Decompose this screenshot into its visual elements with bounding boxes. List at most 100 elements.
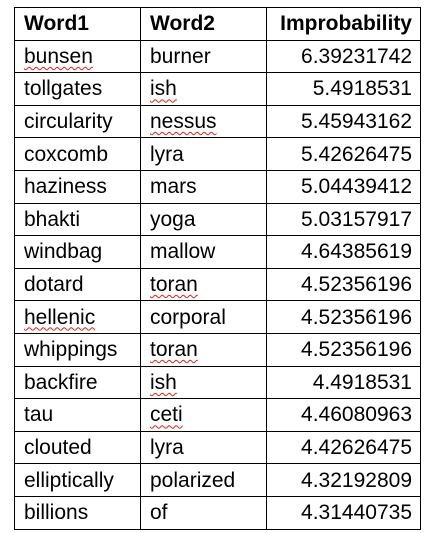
cell-improbability: 4.64385619 [266, 235, 421, 269]
cell-improbability-text: 5.03157917 [301, 207, 412, 231]
cell-word1-text: elliptically [24, 468, 114, 492]
table-row: coxcomb lyra 5.42626475 [14, 137, 421, 171]
cell-word1-text: windbag [24, 240, 103, 264]
table-body: bunsen burner 6.39231742 tollgates ish 5.4918… [14, 39, 421, 530]
cell-word1: bhakti [14, 202, 141, 237]
table-row: billions of 4.31440735 [14, 495, 421, 530]
table-row: haziness mars 5.04439412 [14, 169, 421, 204]
cell-improbability-text: 4.46080963 [301, 403, 412, 427]
cell-word2: toran [140, 332, 267, 367]
cell-word2-text: burner [150, 44, 211, 68]
cell-improbability-text: 4.52356196 [301, 305, 412, 329]
cell-improbability-text: 6.39231742 [301, 44, 412, 68]
cell-word2-text: toran [150, 338, 198, 362]
cell-word1-text: billions [24, 501, 89, 525]
cell-word1-text: dotard [24, 273, 84, 297]
cell-word1-text: backfire [24, 370, 98, 394]
cell-word2-text: ish [150, 370, 177, 394]
cell-improbability-text: 5.4918531 [312, 77, 412, 101]
cell-improbability-text: 4.52356196 [301, 273, 412, 297]
table-row: dotard toran 4.52356196 [14, 267, 421, 302]
cell-word1-text: haziness [24, 175, 107, 199]
cell-word1-text: hellenic [24, 305, 96, 329]
cell-word2: ceti [140, 398, 267, 432]
cell-word1-text: coxcomb [24, 142, 109, 166]
cell-word1: haziness [14, 169, 141, 204]
cell-word1-text: whippings [24, 338, 118, 362]
cell-improbability: 5.45943162 [266, 104, 421, 139]
cell-word2-text: mallow [150, 240, 216, 264]
cell-word2: mallow [140, 235, 267, 269]
cell-improbability-text: 5.04439412 [301, 175, 412, 199]
cell-word1: bunsen [14, 39, 141, 74]
cell-word1-text: circularity [24, 110, 113, 134]
table-row: hellenic corporal 4.52356196 [14, 300, 421, 334]
cell-word2-text: nessus [150, 110, 217, 134]
cell-word2-text: polarized [150, 468, 236, 492]
cell-word2: ish [140, 72, 267, 106]
cell-word2: ish [140, 365, 267, 400]
cell-improbability-text: 4.4918531 [312, 370, 412, 394]
cell-word2: lyra [140, 430, 267, 465]
cell-improbability-text: 5.42626475 [301, 142, 412, 166]
cell-word1: billions [14, 495, 141, 530]
cell-word1: backfire [14, 365, 141, 400]
cell-word1: clouted [14, 430, 141, 465]
cell-word2-text: lyra [150, 142, 184, 166]
cell-improbability: 4.52356196 [266, 332, 421, 367]
cell-word1: elliptically [14, 463, 141, 497]
cell-word2: of [140, 495, 267, 530]
cell-improbability: 4.46080963 [266, 398, 421, 432]
table-row: tau ceti 4.46080963 [14, 398, 421, 432]
table-row: tollgates ish 5.4918531 [14, 72, 421, 106]
cell-word1-text: clouted [24, 436, 92, 460]
cell-improbability-text: 4.64385619 [301, 240, 412, 264]
cell-improbability: 4.32192809 [266, 463, 421, 497]
cell-word2-text: ceti [150, 403, 183, 427]
table-row: whippings toran 4.52356196 [14, 332, 421, 367]
cell-word1: whippings [14, 332, 141, 367]
cell-word2: mars [140, 169, 267, 204]
table-row: bunsen burner 6.39231742 [14, 39, 421, 74]
header-word2: Word2 [140, 7, 267, 41]
cell-improbability: 4.52356196 [266, 300, 421, 334]
cell-word1-text: tau [24, 403, 54, 427]
cell-improbability-text: 4.31440735 [301, 501, 412, 525]
cell-word2-text: ish [150, 77, 177, 101]
cell-improbability: 6.39231742 [266, 39, 421, 74]
cell-word1: circularity [14, 104, 141, 139]
cell-word2: burner [140, 39, 267, 74]
cell-word2: lyra [140, 137, 267, 171]
cell-word2-text: toran [150, 273, 198, 297]
table-row: circularity nessus 5.45943162 [14, 104, 421, 139]
cell-word1-text: tollgates [24, 77, 103, 101]
cell-word2-text: yoga [150, 207, 196, 231]
cell-word2: corporal [140, 300, 267, 334]
cell-word1: coxcomb [14, 137, 141, 171]
cell-improbability: 5.04439412 [266, 169, 421, 204]
cell-improbability: 5.42626475 [266, 137, 421, 171]
cell-word1: dotard [14, 267, 141, 302]
cell-improbability-text: 5.45943162 [301, 110, 412, 134]
cell-word2-text: mars [150, 175, 197, 199]
cell-improbability: 5.03157917 [266, 202, 421, 237]
cell-word1: tau [14, 398, 141, 432]
cell-improbability-text: 4.42626475 [301, 436, 412, 460]
header-word1: Word1 [14, 7, 141, 41]
cell-improbability: 4.4918531 [266, 365, 421, 400]
table-row: windbag mallow 4.64385619 [14, 235, 421, 269]
cell-improbability-text: 4.32192809 [301, 468, 412, 492]
cell-word2: polarized [140, 463, 267, 497]
cell-word2: toran [140, 267, 267, 302]
table-row: clouted lyra 4.42626475 [14, 430, 421, 465]
table-header-row: Word1 Word2 Improbability [14, 7, 421, 41]
cell-word1-text: bunsen [24, 44, 93, 68]
cell-word2: yoga [140, 202, 267, 237]
cell-word2-text: of [150, 501, 168, 525]
table-row: backfire ish 4.4918531 [14, 365, 421, 400]
cell-improbability-text: 4.52356196 [301, 338, 412, 362]
cell-word2-text: corporal [150, 305, 226, 329]
table-row: elliptically polarized 4.32192809 [14, 463, 421, 497]
cell-word1: windbag [14, 235, 141, 269]
header-improbability: Improbability [266, 7, 421, 41]
